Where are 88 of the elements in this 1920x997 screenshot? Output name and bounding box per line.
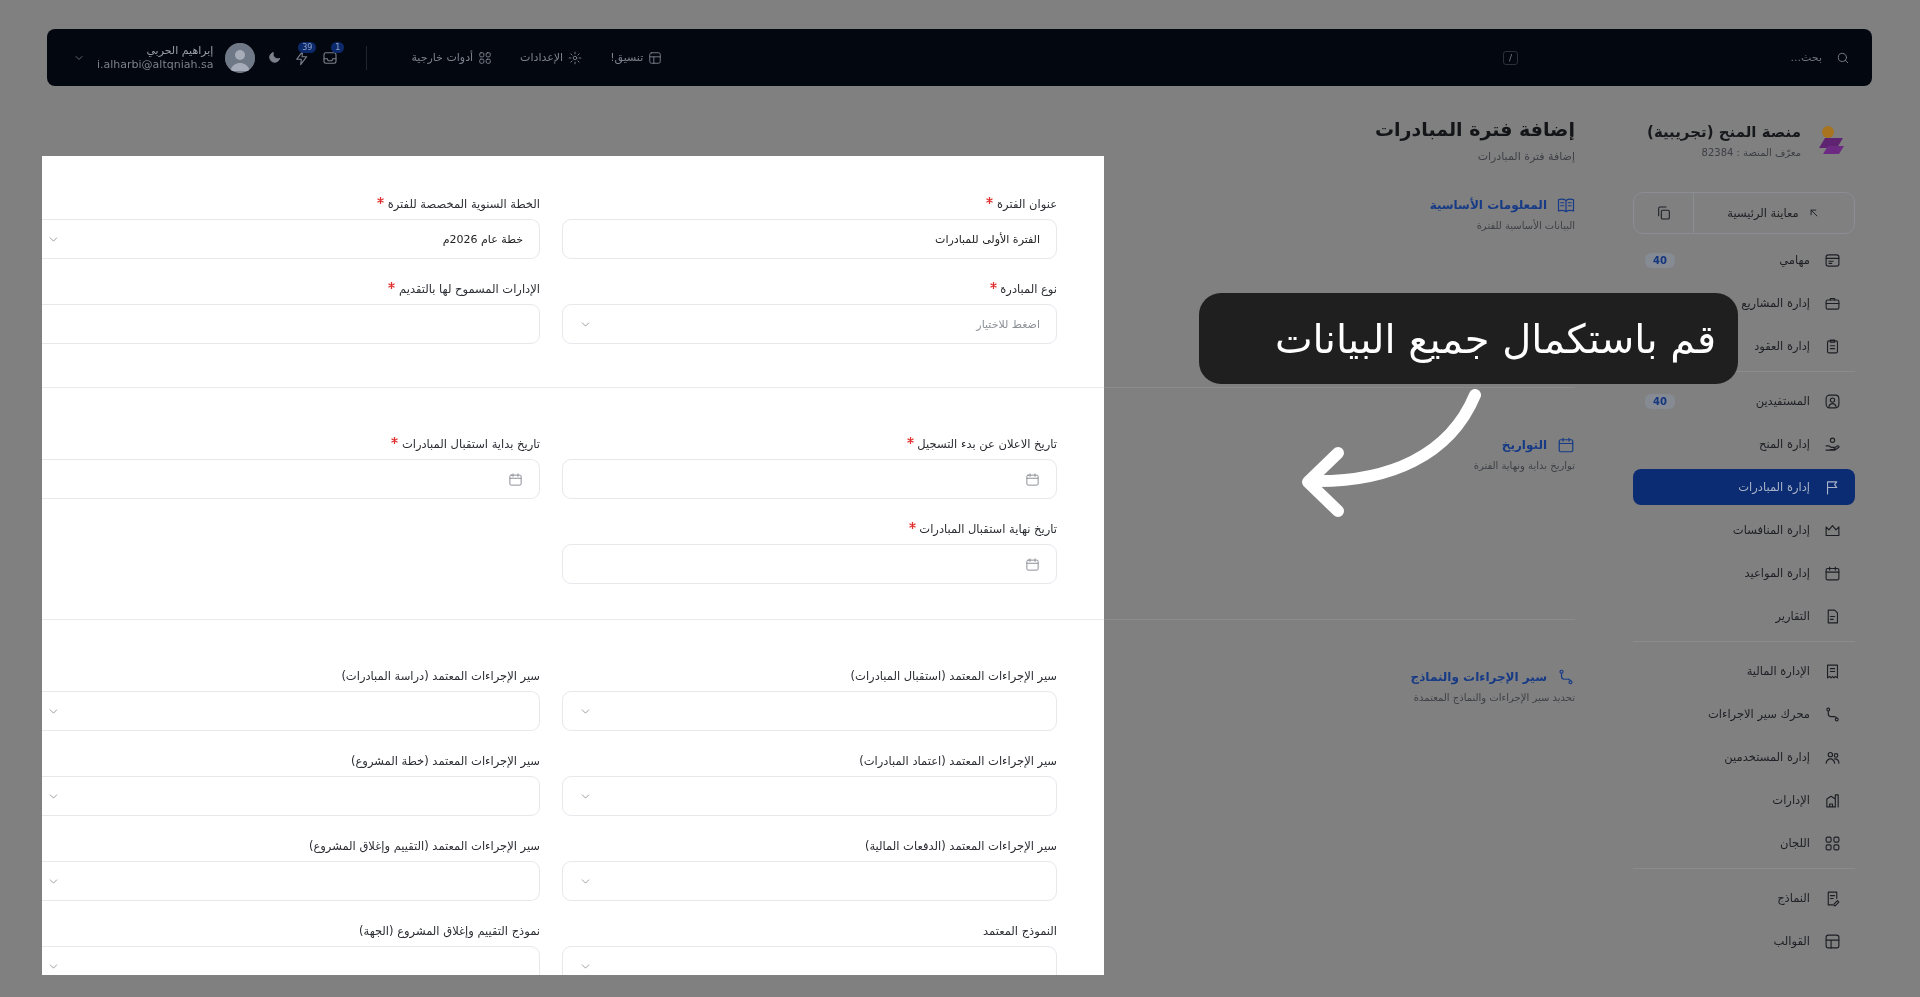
field-label: الخطة السنوية المخصصة للفترة xyxy=(387,197,540,211)
count-badge: 40 xyxy=(1645,393,1675,409)
sidebar-item[interactable]: إدارة المستخدمين xyxy=(1633,739,1855,775)
section-subtitle: البيانات الأساسية للفترة xyxy=(1475,220,1575,231)
dropdown[interactable] xyxy=(562,691,1057,731)
book-icon xyxy=(1557,196,1575,214)
field-label: النموذج المعتمد xyxy=(983,924,1057,938)
calendar-icon xyxy=(1557,436,1575,454)
route-icon xyxy=(1557,668,1575,686)
section-title: التواريخ xyxy=(1501,438,1547,452)
section-subtitle: تواريخ بداية ونهاية الفترة xyxy=(1472,460,1575,471)
dropdown[interactable] xyxy=(562,776,1057,816)
sidebar-item[interactable]: إدارة المواعيد xyxy=(1633,555,1855,591)
copy-icon xyxy=(1655,205,1672,221)
field-label: سير الإجراءات المعتمد (استقبال المبادرات) xyxy=(850,669,1057,683)
dropdown[interactable]: خطة عام 2026م xyxy=(42,219,540,259)
sidebar-item[interactable]: الإدارات xyxy=(1633,782,1855,818)
avatar-icon[interactable] xyxy=(225,42,256,73)
field-label: نموذج التقييم وإغلاق المشروع (الجهة) xyxy=(359,924,540,938)
field-label: تاريخ الاعلان عن بدء التسجيل xyxy=(917,437,1057,451)
calendar-icon xyxy=(1824,564,1841,582)
receipt-icon xyxy=(1824,662,1841,680)
section-subtitle: تحديد سير الإجراءات والنماذج المعتمدة xyxy=(1412,692,1575,703)
settings-icon xyxy=(568,50,583,65)
user-email: i.alharbi@altqniah.sa xyxy=(97,57,214,72)
section-title: المعلومات الأساسية xyxy=(1429,198,1547,212)
date-field[interactable] xyxy=(42,459,540,499)
field-label: سير الإجراءات المعتمد (اعتماد المبادرات) xyxy=(859,754,1057,768)
count-badge: 40 xyxy=(1645,252,1675,268)
dropdown[interactable] xyxy=(42,691,540,731)
field-label: عنوان الفترة xyxy=(997,197,1057,211)
shortcut-key: / xyxy=(1502,50,1518,65)
count-badge: 1 xyxy=(331,41,345,53)
field-label: سير الإجراءات المعتمد (الدفعات المالية) xyxy=(864,839,1057,853)
sidebar-item[interactable]: إدارة المبادرات xyxy=(1633,469,1855,505)
dropdown[interactable] xyxy=(42,946,540,975)
search-field[interactable]: بحث... xyxy=(1710,50,1824,65)
text-field[interactable]: الفترة الأولى للمبادرات xyxy=(562,219,1057,259)
search-icon xyxy=(1836,50,1850,65)
field-label: تاريخ بداية استقبال المبادرات xyxy=(401,437,540,451)
sidebar-item[interactable]: إدارة المنافسات xyxy=(1633,512,1855,548)
date-field[interactable] xyxy=(562,544,1057,584)
platform-id: معرّف المنصة : 82384 xyxy=(1700,146,1801,158)
date-field[interactable] xyxy=(562,459,1057,499)
sidebar-item[interactable]: اللجان xyxy=(1633,825,1855,861)
text-field[interactable] xyxy=(42,304,540,344)
moon-icon[interactable] xyxy=(267,50,283,65)
dropdown[interactable]: اضغط للاختيار xyxy=(562,304,1057,344)
building-icon xyxy=(1824,791,1841,809)
user-icon xyxy=(1824,392,1841,410)
grid-icon xyxy=(1824,834,1841,852)
dropdown[interactable] xyxy=(42,861,540,901)
calendar-icon xyxy=(1025,471,1040,487)
toolbar-link[interactable]: أدوات خارجية xyxy=(411,50,493,65)
field-label: سير الإجراءات المعتمد (دراسة المبادرات) xyxy=(341,669,540,683)
layout-icon xyxy=(1824,932,1841,950)
field-label: تاريخ نهاية استقبال المبادرات xyxy=(919,522,1057,536)
sidebar-item[interactable]: محرك سير الاجراءات xyxy=(1633,696,1855,732)
sidebar-item[interactable]: الإدارة المالية xyxy=(1633,653,1855,689)
page-subtitle: إضافة فترة المبادرات xyxy=(1476,150,1575,163)
route-icon xyxy=(1824,705,1841,723)
dropdown[interactable] xyxy=(562,861,1057,901)
dropdown[interactable] xyxy=(562,946,1057,975)
platform-name: منصة المنح (تجريبية) xyxy=(1647,122,1801,141)
hand-user-icon xyxy=(1824,435,1841,453)
count-badge: 39 xyxy=(298,41,317,53)
preview-home-button[interactable]: معاينة الرئيسية xyxy=(1694,193,1854,233)
section-title: سير الإجراءات والنماذج xyxy=(1410,670,1547,684)
list-window-icon xyxy=(1824,251,1841,269)
calendar-icon xyxy=(508,471,523,487)
field-label: نوع المبادرة xyxy=(1000,282,1057,296)
field-label: سير الإجراءات المعتمد (خطة المشروع) xyxy=(351,754,540,768)
sidebar-item[interactable]: القوالب xyxy=(1633,923,1855,959)
inbox-icon[interactable] xyxy=(322,49,339,66)
sidebar-item[interactable]: النماذج xyxy=(1633,880,1855,916)
sidebar-item[interactable]: إدارة المنح xyxy=(1633,426,1855,462)
calendar-icon xyxy=(1025,556,1040,572)
toolbar-link[interactable]: الإعدادات xyxy=(520,50,583,65)
field-label: سير الإجراءات المعتمد (التقييم وإغلاق المشروع) xyxy=(308,839,540,853)
clipboard-icon xyxy=(1824,337,1841,355)
layout-icon xyxy=(648,50,663,65)
field-label: الإدارات المسموح لها بالتقديم xyxy=(399,282,540,296)
grid-icon xyxy=(478,50,493,65)
page-title: إضافة فترة المبادرات xyxy=(1374,118,1575,140)
dropdown[interactable] xyxy=(42,776,540,816)
user-name: إبراهيم الحربي xyxy=(146,43,214,58)
sidebar-item[interactable]: التقارير xyxy=(1633,598,1855,634)
toolbar-link[interactable]: تنسيق! xyxy=(610,50,663,65)
